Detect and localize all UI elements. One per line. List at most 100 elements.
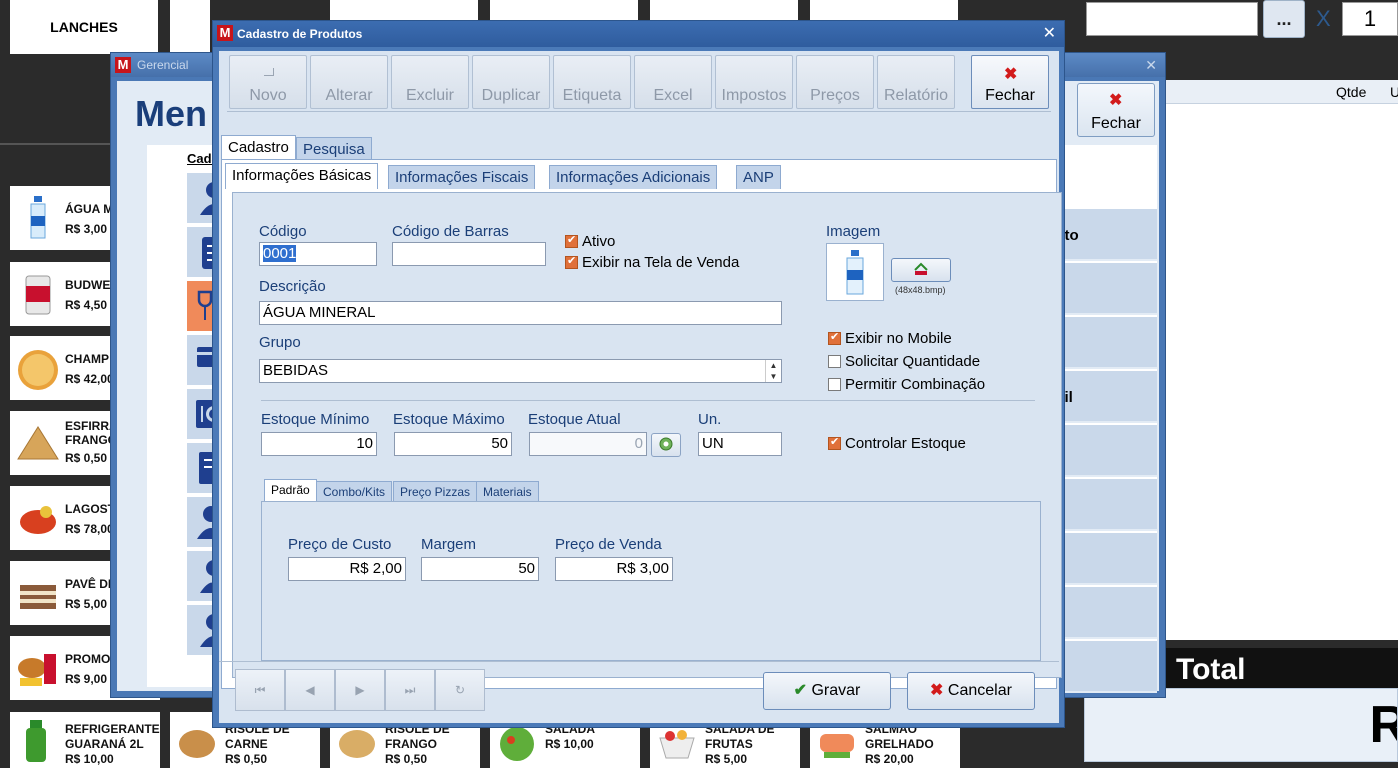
product-price: R$ 9,00	[65, 672, 108, 686]
total-value: R	[1369, 695, 1397, 755]
tab-materiais[interactable]: Materiais	[476, 481, 539, 501]
product-search-input[interactable]	[1086, 2, 1258, 36]
alterar-label: Alterar	[325, 87, 373, 104]
product-image[interactable]	[826, 243, 884, 301]
product-card[interactable]: REFRIGERANTE GUARANÁ 2L R$ 10,00	[10, 712, 160, 768]
app-logo-icon: M	[217, 25, 233, 41]
close-icon[interactable]: ✕	[1145, 53, 1157, 77]
tab-informacoes-basicas[interactable]: Informações Básicas	[225, 163, 379, 189]
product-price: R$ 78,00	[65, 522, 114, 536]
footer-divider	[219, 661, 1059, 662]
tab-padrao[interactable]: Padrão	[264, 479, 317, 501]
grupo-select[interactable]: BEBIDAS ▲ ▼	[259, 359, 782, 383]
tab-combo-kits[interactable]: Combo/Kits	[316, 481, 393, 501]
codigo-barras-field[interactable]	[392, 242, 546, 266]
combo-icon	[18, 654, 56, 686]
divider	[0, 143, 110, 145]
product-name: LAGOST	[65, 502, 115, 516]
precos-panel: Preço de Custo R$ 2,00 Margem 50 Preço d…	[261, 501, 1041, 661]
permitir-combinacao-label: Permitir Combinação	[845, 376, 986, 393]
precos-button[interactable]: Preços	[796, 55, 874, 109]
preco-custo-label: Preço de Custo	[288, 536, 392, 553]
last-record-button[interactable]: ⏭	[385, 669, 435, 711]
estoque-maximo-field[interactable]: 50	[394, 432, 512, 456]
product-name: PROMO	[65, 652, 111, 666]
relatorio-label: Relatório	[883, 87, 949, 104]
permitir-combinacao-checkbox[interactable]: Permitir Combinação	[828, 376, 985, 393]
pizza-icon	[18, 350, 58, 390]
first-record-button[interactable]: ⏮	[235, 669, 285, 711]
cadastro-produtos-dialog: M Cadastro de Produtos ✕ Novo Alterar Ex…	[212, 20, 1065, 728]
category-tab-lanches[interactable]: LANCHES	[10, 0, 158, 54]
toolbar-divider	[227, 111, 1051, 112]
unidade-field[interactable]: UN	[698, 432, 782, 456]
quantity-input[interactable]: 1	[1342, 2, 1398, 36]
multiply-label: X	[1316, 6, 1331, 31]
alterar-button[interactable]: Alterar	[310, 55, 388, 109]
product-name-line2: GUARANÁ 2L	[65, 737, 144, 751]
gravar-button[interactable]: ✔ Gravar	[763, 672, 891, 710]
controlar-estoque-checkbox[interactable]: Controlar Estoque	[828, 435, 966, 452]
next-record-button[interactable]: ▶	[335, 669, 385, 711]
refresh-button[interactable]: ↻	[435, 669, 485, 711]
browse-button[interactable]: ...	[1263, 0, 1305, 38]
water-bottle-icon	[846, 250, 864, 295]
novo-button[interactable]: Novo	[229, 55, 307, 109]
exibir-mobile-checkbox[interactable]: Exibir no Mobile	[828, 330, 952, 347]
ativo-label: Ativo	[582, 233, 616, 250]
controlar-estoque-label: Controlar Estoque	[845, 435, 966, 452]
page-title: Men	[135, 93, 207, 134]
product-name: BUDWE	[65, 278, 111, 292]
product-price: R$ 10,00	[545, 737, 594, 751]
product-price: R$ 10,00	[65, 752, 114, 766]
tab-anp[interactable]: ANP	[736, 165, 781, 189]
preco-custo-field[interactable]: R$ 2,00	[288, 557, 406, 581]
tab-preco-pizzas[interactable]: Preço Pizzas	[393, 481, 478, 501]
excel-button[interactable]: Excel	[634, 55, 712, 109]
etiqueta-button[interactable]: Etiqueta	[553, 55, 631, 109]
close-button[interactable]: ✖ Fechar	[1077, 83, 1155, 137]
excluir-label: Excluir	[405, 87, 454, 104]
codigo-label: Código	[259, 223, 307, 240]
close-icon[interactable]: ✕	[1043, 21, 1056, 47]
spinner-icon[interactable]: ▲ ▼	[765, 360, 781, 382]
codigo-field[interactable]: 0001	[259, 242, 377, 266]
order-items-grid[interactable]: Qtde U	[1166, 80, 1398, 640]
preco-venda-field[interactable]: R$ 3,00	[555, 557, 673, 581]
total-label: Total	[1166, 648, 1398, 688]
product-price: R$ 0,50	[385, 752, 428, 766]
grupo-value: BEBIDAS	[263, 362, 329, 379]
dialog-title: Cadastro de Produtos	[237, 27, 363, 41]
cancelar-button[interactable]: ✖ Cancelar	[907, 672, 1035, 710]
category-tab-pizzas[interactable]	[170, 0, 210, 54]
esfirra-icon	[17, 426, 59, 460]
previous-record-button[interactable]: ◀	[285, 669, 335, 711]
ajustar-estoque-button[interactable]	[651, 433, 681, 457]
exibir-tela-venda-checkbox[interactable]: Exibir na Tela de Venda	[565, 254, 739, 271]
tab-pesquisa[interactable]: Pesquisa	[296, 137, 372, 161]
relatorio-button[interactable]: Relatório	[877, 55, 955, 109]
gravar-label: Gravar	[811, 682, 861, 699]
solicitar-quantidade-checkbox[interactable]: Solicitar Quantidade	[828, 353, 980, 370]
tab-informacoes-fiscais[interactable]: Informações Fiscais	[388, 165, 536, 189]
checkbox-box	[828, 355, 841, 368]
duplicar-button[interactable]: Duplicar	[472, 55, 550, 109]
tab-cadastro[interactable]: Cadastro	[221, 135, 296, 161]
tab-informacoes-adicionais[interactable]: Informações Adicionais	[549, 165, 718, 189]
duplicar-label: Duplicar	[481, 87, 541, 104]
cake-icon	[20, 585, 56, 609]
codigo-barras-label: Código de Barras	[392, 223, 509, 240]
descricao-label: Descrição	[259, 278, 326, 295]
margem-field[interactable]: 50	[421, 557, 539, 581]
adjust-icon	[659, 437, 673, 450]
excluir-button[interactable]: Excluir	[391, 55, 469, 109]
descricao-field[interactable]: ÁGUA MINERAL	[259, 301, 782, 325]
estoque-minimo-field[interactable]: 10	[261, 432, 377, 456]
cancelar-label: Cancelar	[947, 682, 1012, 699]
fechar-button[interactable]: ✖ Fechar	[971, 55, 1049, 109]
column-header-qtde: Qtde	[1336, 84, 1367, 100]
ativo-checkbox[interactable]: Ativo	[565, 233, 615, 250]
unidade-label: Un.	[698, 411, 722, 428]
load-image-button[interactable]	[891, 258, 951, 282]
impostos-button[interactable]: Impostos	[715, 55, 793, 109]
